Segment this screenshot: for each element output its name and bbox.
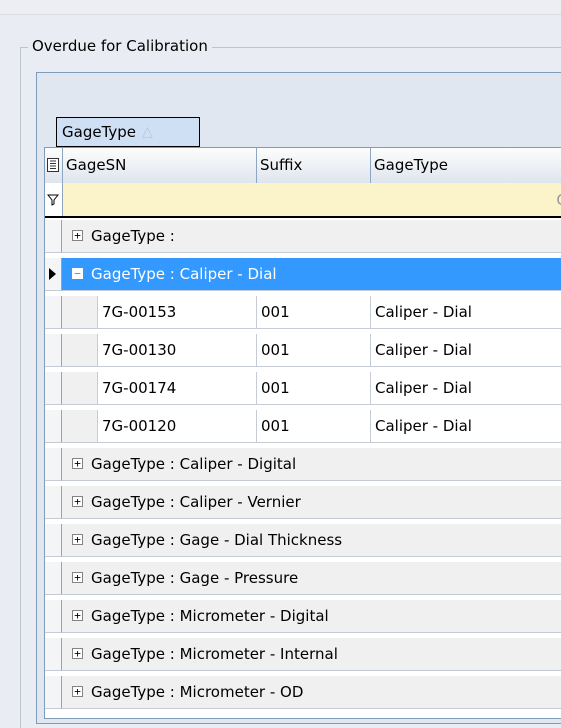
- group-row-label: GageType : Caliper - Vernier: [91, 493, 301, 511]
- group-row[interactable]: + GageType : Micrometer - OD: [45, 676, 561, 709]
- group-row-body[interactable]: + GageType : Micrometer - Digital: [62, 600, 561, 633]
- column-header-gagesn[interactable]: GageSN: [63, 148, 257, 183]
- cell-gagesn[interactable]: 7G-00120: [98, 410, 257, 443]
- cell-gagesn[interactable]: 7G-00174: [98, 372, 257, 405]
- group-row-label: GageType : Caliper - Dial: [91, 265, 277, 283]
- group-row-label: GageType : Gage - Dial Thickness: [91, 531, 343, 549]
- expand-icon[interactable]: +: [72, 458, 83, 469]
- group-chip-label: GageType: [62, 123, 137, 141]
- group-indent: [62, 334, 98, 367]
- group-indent: [62, 296, 98, 329]
- row-selector[interactable]: [45, 676, 62, 709]
- cell-gagesn[interactable]: 7G-00153: [98, 296, 257, 329]
- group-row[interactable]: + GageType :: [45, 220, 561, 253]
- group-row-body[interactable]: + GageType : Micrometer - Internal: [62, 638, 561, 671]
- table-row[interactable]: 7G-00120 001 Caliper - Dial: [45, 410, 561, 443]
- group-row-body[interactable]: + GageType : Caliper - Digital: [62, 448, 561, 481]
- group-row[interactable]: + GageType : Caliper - Vernier: [45, 486, 561, 519]
- filter-row[interactable]: Cl: [45, 183, 561, 218]
- column-header-gagetype[interactable]: GageType: [371, 148, 561, 183]
- group-row-label: GageType :: [91, 227, 175, 245]
- row-selector[interactable]: [45, 410, 62, 443]
- expand-icon[interactable]: +: [72, 230, 83, 241]
- row-selector[interactable]: [45, 600, 62, 633]
- group-indent: [62, 372, 98, 405]
- cell-gagetype[interactable]: Caliper - Dial: [371, 296, 561, 329]
- cell-gagetype[interactable]: Caliper - Dial: [371, 334, 561, 367]
- expand-icon[interactable]: +: [72, 648, 83, 659]
- group-row-body[interactable]: + GageType : Gage - Pressure: [62, 562, 561, 595]
- group-row[interactable]: + GageType : Caliper - Digital: [45, 448, 561, 481]
- row-selector[interactable]: [45, 220, 62, 253]
- cell-gagetype[interactable]: Caliper - Dial: [371, 372, 561, 405]
- group-row-label: GageType : Micrometer - OD: [91, 683, 304, 701]
- group-by-gagetype-chip[interactable]: GageType △: [56, 117, 200, 147]
- row-selector[interactable]: [45, 296, 62, 329]
- cell-suffix[interactable]: 001: [257, 372, 371, 405]
- sort-ascending-icon: △: [142, 124, 153, 140]
- table-row[interactable]: 7G-00174 001 Caliper - Dial: [45, 372, 561, 405]
- group-row[interactable]: − GageType : Caliper - Dial: [45, 258, 561, 291]
- expand-icon[interactable]: +: [72, 496, 83, 507]
- group-row-body[interactable]: + GageType : Micrometer - OD: [62, 676, 561, 709]
- group-row-label: GageType : Caliper - Digital: [91, 455, 297, 473]
- expand-icon[interactable]: +: [72, 572, 83, 583]
- current-row-arrow-icon: [49, 268, 56, 280]
- table-row[interactable]: 7G-00130 001 Caliper - Dial: [45, 334, 561, 367]
- groupbox-title: Overdue for Calibration: [28, 37, 212, 55]
- grid-header: GageSN Suffix GageType: [45, 148, 561, 184]
- cell-gagesn[interactable]: 7G-00130: [98, 334, 257, 367]
- expand-icon[interactable]: +: [72, 534, 83, 545]
- row-selector[interactable]: [45, 448, 62, 481]
- group-row[interactable]: + GageType : Gage - Dial Thickness: [45, 524, 561, 557]
- group-row-body[interactable]: + GageType : Caliper - Vernier: [62, 486, 561, 519]
- group-row[interactable]: + GageType : Gage - Pressure: [45, 562, 561, 595]
- row-selector[interactable]: [45, 638, 62, 671]
- group-row-body[interactable]: − GageType : Caliper - Dial: [62, 258, 561, 291]
- expand-icon[interactable]: +: [72, 610, 83, 621]
- cell-suffix[interactable]: 001: [257, 334, 371, 367]
- group-row-body[interactable]: + GageType : Gage - Dial Thickness: [62, 524, 561, 557]
- group-row[interactable]: + GageType : Micrometer - Internal: [45, 638, 561, 671]
- row-selector[interactable]: [45, 524, 62, 557]
- cell-suffix[interactable]: 001: [257, 410, 371, 443]
- table-row[interactable]: 7G-00153 001 Caliper - Dial: [45, 296, 561, 329]
- collapse-icon[interactable]: −: [72, 268, 83, 279]
- column-chooser-icon[interactable]: [45, 148, 63, 183]
- row-selector[interactable]: [45, 258, 62, 291]
- overdue-grid: GageSN Suffix GageType Cl +GageType :−Ga…: [44, 147, 561, 719]
- row-selector[interactable]: [45, 562, 62, 595]
- group-row-label: GageType : Micrometer - Internal: [91, 645, 338, 663]
- row-selector[interactable]: [45, 334, 62, 367]
- group-row-body[interactable]: + GageType :: [62, 220, 561, 253]
- cell-suffix[interactable]: 001: [257, 296, 371, 329]
- filter-icon-cell: [45, 183, 63, 216]
- row-selector[interactable]: [45, 486, 62, 519]
- column-header-suffix[interactable]: Suffix: [257, 148, 371, 183]
- group-row-label: GageType : Micrometer - Digital: [91, 607, 329, 625]
- filter-icon: [46, 194, 60, 206]
- expand-icon[interactable]: +: [72, 686, 83, 697]
- row-selector[interactable]: [45, 372, 62, 405]
- filter-row-text: Cl: [556, 191, 561, 209]
- cell-gagetype[interactable]: Caliper - Dial: [371, 410, 561, 443]
- window-top-strip: [0, 0, 561, 15]
- group-row[interactable]: + GageType : Micrometer - Digital: [45, 600, 561, 633]
- group-row-label: GageType : Gage - Pressure: [91, 569, 299, 587]
- group-indent: [62, 410, 98, 443]
